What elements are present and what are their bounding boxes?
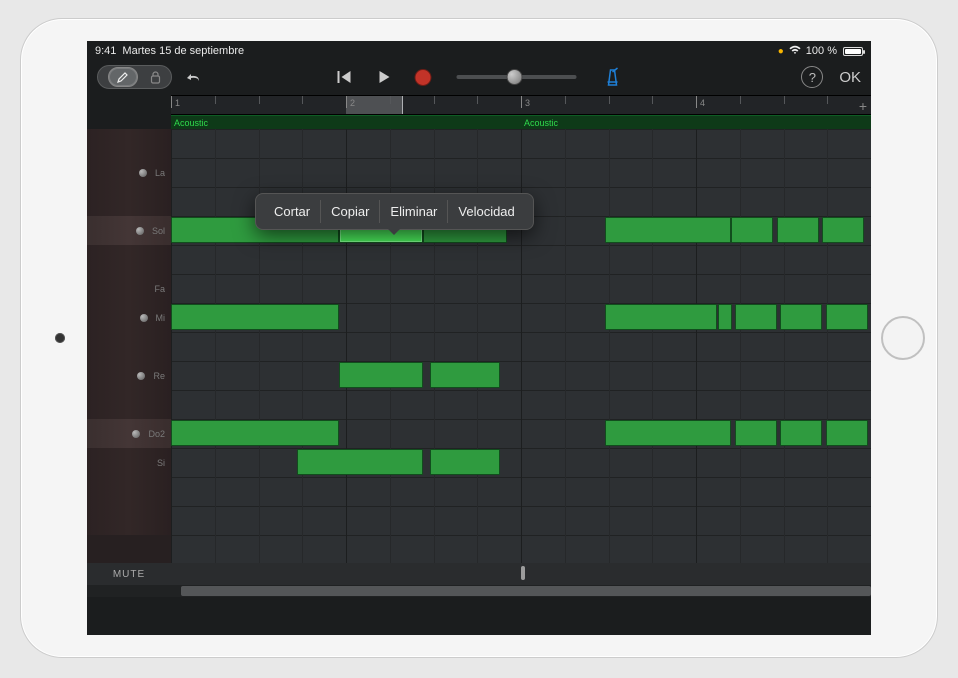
bar-number: 3 (525, 98, 530, 108)
key-row[interactable] (87, 477, 171, 506)
pencil-icon (108, 67, 138, 87)
timeline-ruler[interactable]: + 1 2 3 4 (171, 95, 871, 115)
region-clip[interactable]: Acoustic (521, 115, 871, 129)
key-row[interactable] (87, 245, 171, 274)
note[interactable] (777, 217, 819, 243)
battery-icon (843, 47, 863, 56)
key-row[interactable]: Si (87, 448, 171, 477)
fret-dot-icon (132, 430, 140, 438)
note[interactable] (171, 420, 339, 446)
key-label: Si (157, 458, 165, 468)
ipad-bezel: 9:41 Martes 15 de septiembre ● 100 % (20, 18, 938, 658)
mute-track[interactable] (171, 563, 871, 585)
date: Martes 15 de septiembre (122, 45, 244, 57)
clock: 9:41 (95, 45, 116, 57)
mute-bar: MUTE (87, 563, 871, 585)
note[interactable] (735, 304, 777, 330)
key-row[interactable] (87, 332, 171, 361)
key-label: La (155, 168, 165, 178)
record-button[interactable] (416, 70, 431, 85)
mute-handle[interactable] (521, 566, 525, 580)
status-bar: 9:41 Martes 15 de septiembre ● 100 % (87, 41, 871, 59)
camera-icon (55, 333, 65, 343)
app-screen: 9:41 Martes 15 de septiembre ● 100 % (87, 41, 871, 635)
skip-back-button[interactable] (336, 68, 354, 86)
note[interactable] (735, 420, 777, 446)
menu-item[interactable]: Eliminar (380, 200, 448, 223)
scrollbar-thumb[interactable] (181, 586, 871, 596)
wifi-icon (788, 45, 802, 58)
note[interactable] (718, 304, 732, 330)
bar-number: 4 (700, 98, 705, 108)
key-label: Fa (154, 284, 165, 294)
fret-dot-icon (139, 169, 147, 177)
note[interactable] (339, 362, 423, 388)
note[interactable] (605, 217, 731, 243)
transport-controls (336, 67, 623, 87)
key-label: Sol (152, 226, 165, 236)
piano-roll: La Sol Fa Mi Re Do2 Si CortarCopiarEliminarVel… (87, 129, 871, 597)
add-bar-button[interactable]: + (859, 98, 867, 114)
key-row[interactable] (87, 187, 171, 216)
note[interactable] (430, 362, 500, 388)
note[interactable] (297, 449, 423, 475)
key-label: Mi (156, 313, 166, 323)
key-row[interactable]: Do2 (87, 419, 171, 448)
home-button[interactable] (881, 316, 925, 360)
note[interactable] (780, 420, 822, 446)
key-row[interactable]: Mi (87, 303, 171, 332)
battery-text: 100 % (806, 45, 837, 57)
key-label: Re (153, 371, 165, 381)
mute-label: MUTE (87, 569, 171, 580)
key-row[interactable]: Fa (87, 274, 171, 303)
context-menu: CortarCopiarEliminarVelocidad (255, 193, 534, 230)
region-header[interactable]: AcousticAcoustic (171, 115, 871, 129)
ok-button[interactable]: OK (839, 69, 861, 86)
bar-number: 2 (350, 98, 355, 108)
location-dot-icon: ● (778, 46, 784, 57)
menu-item[interactable]: Copiar (321, 200, 380, 223)
key-row[interactable] (87, 390, 171, 419)
note[interactable] (605, 420, 731, 446)
menu-item[interactable]: Velocidad (448, 200, 524, 223)
note[interactable] (731, 217, 773, 243)
bar-number: 1 (175, 98, 180, 108)
play-button[interactable] (376, 68, 394, 86)
undo-button[interactable] (182, 65, 206, 89)
note[interactable] (826, 304, 868, 330)
note[interactable] (430, 449, 500, 475)
key-labels: La Sol Fa Mi Re Do2 Si (87, 129, 171, 597)
fret-dot-icon (140, 314, 148, 322)
toolbar: ? OK (87, 59, 871, 95)
metronome-button[interactable] (603, 67, 623, 87)
key-row[interactable]: Re (87, 361, 171, 390)
volume-slider[interactable] (457, 75, 577, 79)
note[interactable] (171, 304, 339, 330)
key-row[interactable] (87, 506, 171, 535)
key-row[interactable]: La (87, 158, 171, 187)
key-row[interactable]: Sol (87, 216, 171, 245)
volume-knob[interactable] (506, 69, 522, 85)
playhead[interactable] (402, 96, 403, 114)
horizontal-scrollbar[interactable] (87, 585, 871, 597)
note-grid[interactable]: CortarCopiarEliminarVelocidad (171, 129, 871, 597)
key-label: Do2 (148, 429, 165, 439)
note[interactable] (822, 217, 864, 243)
edit-lock-toggle[interactable] (97, 65, 172, 89)
note[interactable] (605, 304, 717, 330)
key-row[interactable] (87, 129, 171, 158)
fret-dot-icon (137, 372, 145, 380)
lock-icon (150, 71, 161, 84)
fret-dot-icon (136, 227, 144, 235)
note[interactable] (826, 420, 868, 446)
help-button[interactable]: ? (801, 66, 823, 88)
note[interactable] (780, 304, 822, 330)
menu-item[interactable]: Cortar (264, 200, 321, 223)
region-clip[interactable]: Acoustic (171, 115, 521, 129)
